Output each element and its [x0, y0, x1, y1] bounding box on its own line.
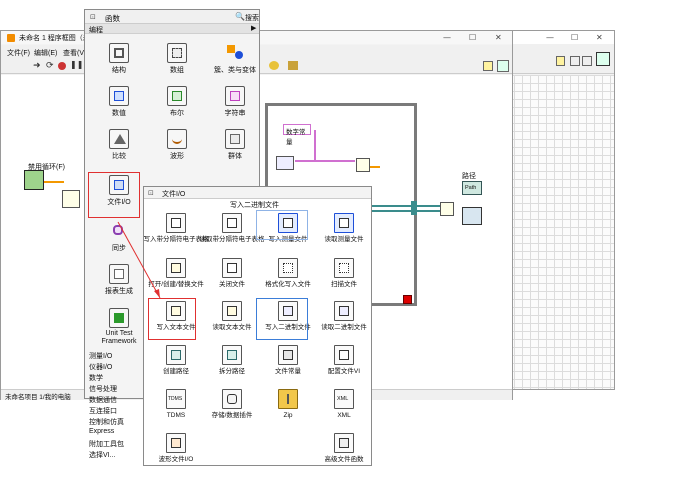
annotation-arrow [117, 221, 161, 299]
